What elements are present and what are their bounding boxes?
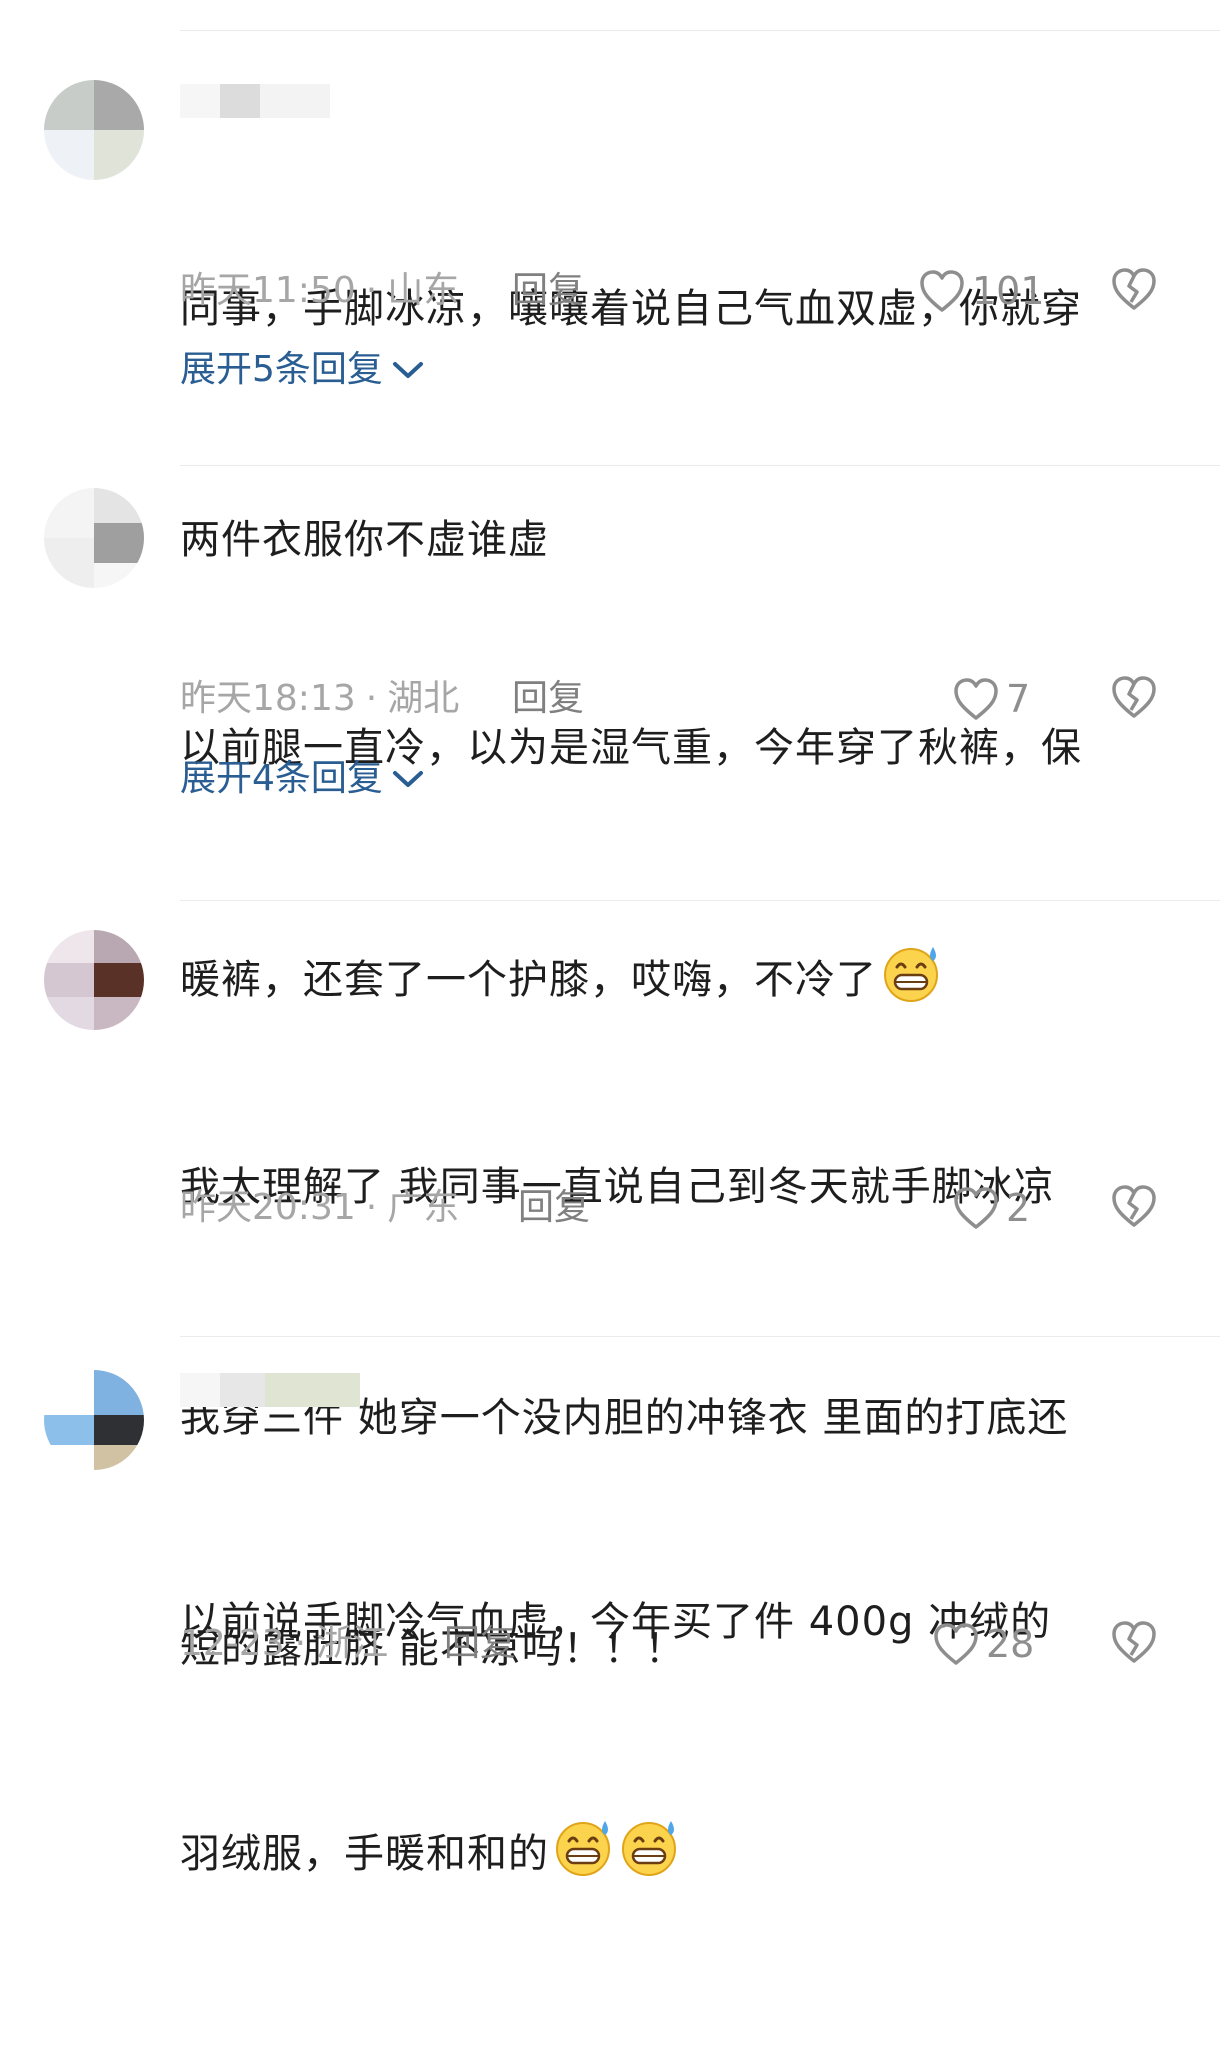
chevron-down-icon: [392, 362, 423, 378]
comment-line: 羽绒服，手暖和和的: [180, 1831, 549, 1877]
comment-meta: 昨天20:31 · 广东: [180, 1183, 459, 1233]
heart-outline-icon: [954, 678, 998, 720]
comment-time: 12-23: [180, 1623, 285, 1664]
like-button[interactable]: 2: [952, 1183, 1030, 1233]
like-count: 7: [1006, 677, 1031, 721]
expand-replies-label: 展开4条回复: [180, 758, 383, 799]
avatar[interactable]: [44, 1370, 144, 1470]
divider: [180, 465, 1220, 466]
dislike-button[interactable]: [1110, 266, 1160, 316]
like-button[interactable]: 28: [932, 1619, 1034, 1669]
grinning-sweat-emoji: [622, 1821, 676, 1876]
like-count: 2: [1006, 1186, 1031, 1230]
avatar[interactable]: [44, 488, 144, 588]
comment-location: 湖北: [387, 678, 460, 719]
broken-heart-icon: [1112, 1621, 1156, 1663]
comment-location: 浙江: [316, 1623, 389, 1664]
comment-meta: 昨天11:50 · 山东: [180, 266, 459, 316]
reply-button[interactable]: 回复: [518, 1183, 590, 1233]
meta-separator: ·: [365, 678, 378, 719]
grinning-sweat-emoji: [556, 1821, 610, 1876]
dislike-button[interactable]: [1110, 1183, 1160, 1233]
divider: [180, 30, 1220, 31]
dislike-button[interactable]: [1110, 674, 1160, 724]
expand-replies-button[interactable]: 展开5条回复: [180, 345, 425, 395]
heart-outline-icon: [934, 1623, 978, 1665]
like-button[interactable]: 7: [952, 674, 1030, 724]
heart-outline-icon: [920, 270, 964, 312]
meta-separator: ·: [365, 1187, 378, 1228]
comment-location: 广东: [387, 1187, 460, 1228]
comment-time: 昨天18:13: [180, 678, 356, 719]
avatar[interactable]: [44, 80, 144, 180]
expand-replies-button[interactable]: 展开4条回复: [180, 754, 425, 804]
like-count: 101: [972, 269, 1045, 313]
expand-replies-label: 展开5条回复: [180, 349, 383, 390]
broken-heart-icon: [1112, 1185, 1156, 1227]
username-blurred[interactable]: [180, 84, 330, 118]
divider: [180, 1336, 1220, 1337]
meta-separator: ·: [294, 1623, 307, 1664]
like-count: 28: [986, 1622, 1035, 1666]
comment-time: 昨天11:50: [180, 270, 356, 311]
heart-outline-icon: [954, 1187, 998, 1229]
avatar[interactable]: [44, 930, 144, 1030]
divider: [180, 900, 1220, 901]
username-blurred[interactable]: [180, 1373, 360, 1407]
reply-button[interactable]: 回复: [512, 674, 584, 724]
comment-meta: 昨天18:13 · 湖北: [180, 674, 459, 724]
reply-button[interactable]: 回复: [512, 266, 584, 316]
comment-location: 山东: [387, 270, 460, 311]
broken-heart-icon: [1112, 268, 1156, 310]
broken-heart-icon: [1112, 676, 1156, 718]
dislike-button[interactable]: [1110, 1619, 1160, 1669]
comment-text: 以前说手脚冷气血虚，今年买了件 400g 冲绒的 羽绒服，手暖和和的: [180, 1430, 1180, 2046]
meta-separator: ·: [365, 270, 378, 311]
reply-button[interactable]: 回复: [444, 1619, 516, 1669]
comment-meta: 12-23 · 浙江: [180, 1619, 388, 1669]
comment-time: 昨天20:31: [180, 1187, 356, 1228]
like-button[interactable]: 101: [918, 266, 1045, 316]
chevron-down-icon: [392, 771, 423, 787]
